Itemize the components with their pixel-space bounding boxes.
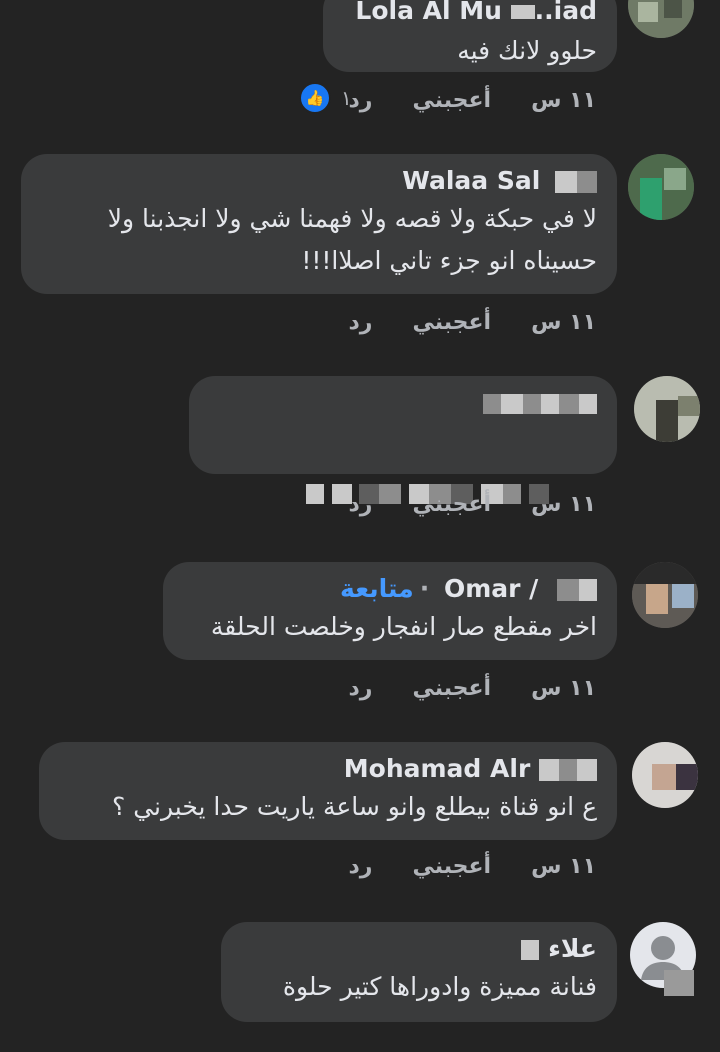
comment-actions: ١١ س أعجبني رد — [308, 852, 596, 882]
like-button[interactable]: أعجبني — [412, 674, 491, 704]
commenter-name[interactable] — [209, 386, 597, 420]
avatar[interactable] — [628, 154, 694, 220]
comment-5: Mohamad Alr ع انو قناة بيطلع وانو ساعة ي… — [0, 738, 720, 898]
avatar[interactable] — [632, 562, 698, 628]
commenter-name[interactable]: Lola Al Mu ..iad — [343, 0, 597, 28]
comment-2: Walaa Sal لا في حبكة ولا قصه ولا فهمنا ش… — [0, 150, 720, 350]
comment-text: فنانة مميزة وادوراها كتير حلوة — [282, 972, 597, 1001]
like-button[interactable]: أعجبني — [412, 86, 491, 116]
timestamp[interactable]: ١١ س — [531, 674, 596, 704]
timestamp[interactable]: ١١ س — [531, 308, 596, 338]
comment-6: علاء فنانة مميزة وادوراها كتير حلوة — [0, 918, 720, 1052]
comment-actions: ١١ س أعجبني رد — [308, 674, 596, 704]
reply-button[interactable]: رد — [348, 852, 372, 882]
comment-actions: ١١ س أعجبني رد — [308, 490, 596, 520]
comment-bubble: علاء فنانة مميزة وادوراها كتير حلوة — [221, 922, 617, 1022]
comment-bubble: Omar / ·متابعة اخر مقطع صار انفجار وخلصت… — [163, 562, 617, 660]
reply-button[interactable]: رد — [348, 86, 372, 116]
timestamp[interactable]: ١١ س — [531, 490, 596, 520]
commenter-name[interactable]: Omar / ·متابعة — [183, 572, 597, 606]
comment-bubble: Lola Al Mu ..iad حلوو لانك فيه — [323, 0, 617, 72]
reaction-count[interactable]: 👍 ١ — [299, 82, 352, 114]
comment-text: حلوو لانك فيه — [457, 36, 597, 65]
comment-1: Lola Al Mu ..iad حلوو لانك فيه ١١ س أعجب… — [0, 0, 720, 120]
like-button[interactable]: أعجبني — [412, 308, 491, 338]
avatar[interactable] — [634, 376, 700, 442]
timestamp[interactable]: ١١ س — [531, 86, 596, 116]
like-count: ١ — [341, 86, 352, 110]
comment-text: ع انو قناة بيطلع وانو ساعة ياريت حدا يخب… — [111, 792, 597, 821]
reply-button[interactable]: رد — [348, 308, 372, 338]
like-button[interactable]: أعجبني — [412, 490, 491, 520]
timestamp[interactable]: ١١ س — [531, 852, 596, 882]
commenter-name[interactable]: Walaa Sal — [41, 164, 597, 198]
avatar[interactable] — [632, 742, 698, 808]
thumbs-up-icon: 👍 — [299, 82, 331, 114]
comment-bubble: Walaa Sal لا في حبكة ولا قصه ولا فهمنا ش… — [21, 154, 617, 294]
reply-button[interactable]: رد — [348, 674, 372, 704]
comment-text: اخر مقطع صار انفجار وخلصت الحلقة — [210, 612, 597, 641]
reply-button[interactable]: رد — [348, 490, 372, 520]
comment-bubble: Mohamad Alr ع انو قناة بيطلع وانو ساعة ي… — [39, 742, 617, 840]
comment-text: لا في حبكة ولا قصه ولا فهمنا شي ولا انجذ… — [99, 204, 597, 275]
comment-3: ١١ س أعجبني رد — [0, 370, 720, 530]
comment-bubble — [189, 376, 617, 504]
follow-button[interactable]: متابعة — [340, 574, 414, 603]
comment-actions: ١١ س أعجبني رد — [308, 308, 596, 338]
like-button[interactable]: أعجبني — [412, 852, 491, 882]
comment-4: Omar / ·متابعة اخر مقطع صار انفجار وخلصت… — [0, 556, 720, 716]
avatar[interactable] — [628, 0, 694, 38]
commenter-name[interactable]: Mohamad Alr — [59, 752, 597, 786]
commenter-name[interactable]: علاء — [241, 932, 597, 966]
